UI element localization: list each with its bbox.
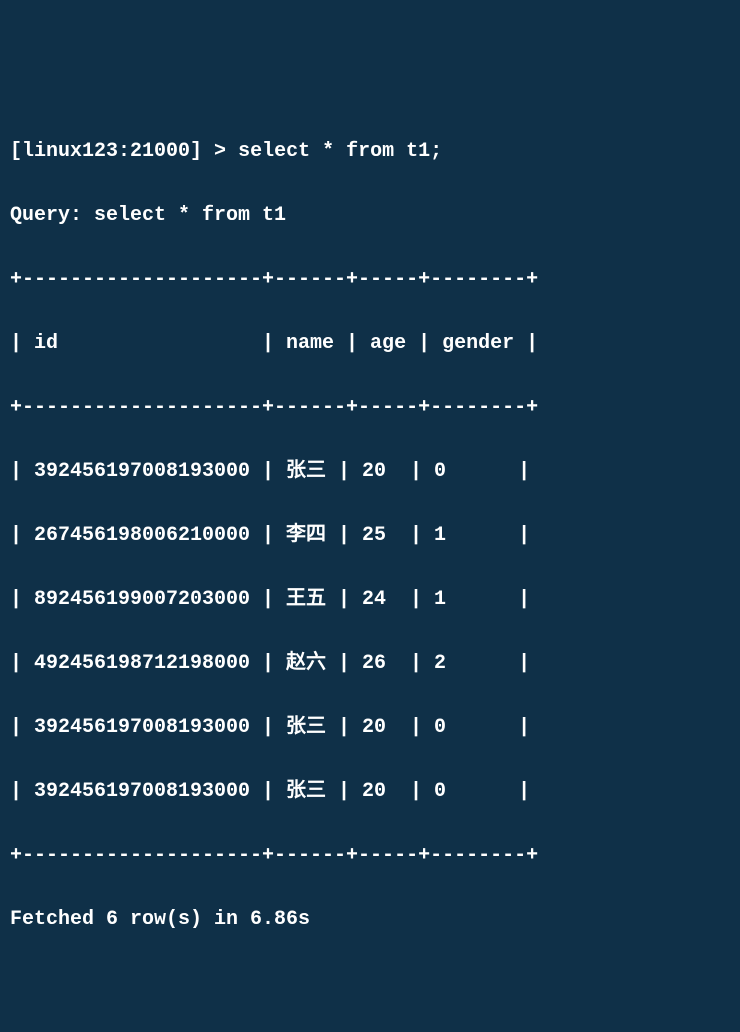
result-footer: Fetched 6 row(s) in 6.86s <box>10 904 730 936</box>
table-row: | 492456198712198000 | 赵六 | 26 | 2 | <box>10 648 730 680</box>
table-row: | 392456197008193000 | 张三 | 20 | 0 | <box>10 776 730 808</box>
query-echo: Query: select * from t1 <box>10 200 730 232</box>
table-row: | 392456197008193000 | 张三 | 20 | 0 | <box>10 456 730 488</box>
table-separator-mid: +--------------------+------+-----+-----… <box>10 392 730 424</box>
prompt-line[interactable]: [linux123:21000] > select * from t1; <box>10 136 730 168</box>
prompt-command: select * from t1; <box>238 140 442 163</box>
table-row: | 892456199007203000 | 王五 | 24 | 1 | <box>10 584 730 616</box>
prompt-host: [linux123:21000] <box>10 140 202 163</box>
table-header: | id | name | age | gender | <box>10 328 730 360</box>
prompt-cursor: > <box>214 140 226 163</box>
table-separator-top: +--------------------+------+-----+-----… <box>10 264 730 296</box>
table-row: | 267456198006210000 | 李四 | 25 | 1 | <box>10 520 730 552</box>
table-row: | 392456197008193000 | 张三 | 20 | 0 | <box>10 712 730 744</box>
table-separator-bot: +--------------------+------+-----+-----… <box>10 840 730 872</box>
